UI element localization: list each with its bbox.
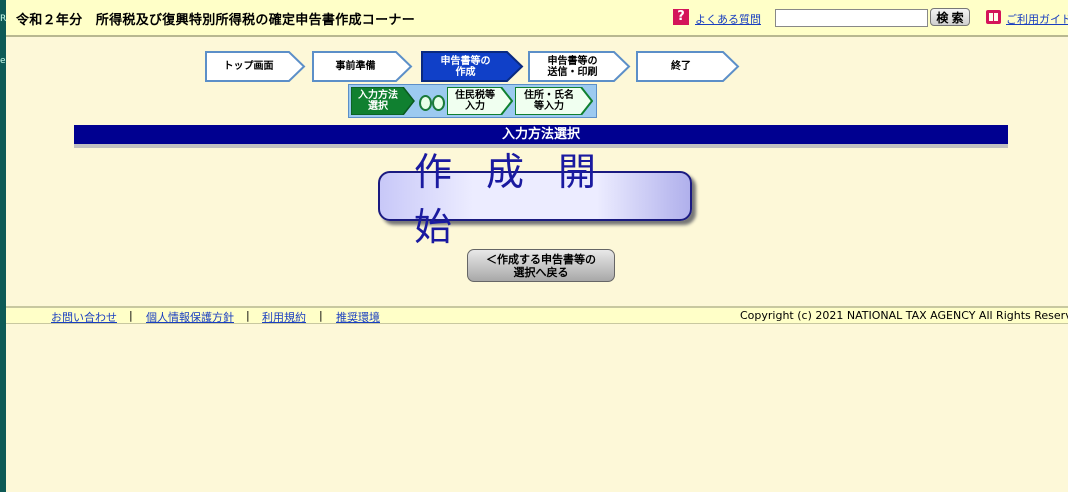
- footer: お問い合わせ | 個人情報保護方針 | 利用規約 | 推奨環境 Copyrigh…: [6, 306, 1068, 324]
- footer-link-environment[interactable]: 推奨環境: [336, 309, 380, 325]
- step-label: トップ画面: [223, 61, 274, 72]
- back-to-form-selection-button[interactable]: ＜作成する申告書等の 選択へ戻る: [467, 249, 615, 282]
- step-finish: 終了: [636, 51, 740, 82]
- search-button[interactable]: 検 索: [930, 8, 970, 26]
- step-send-print: 申告書等の 送信・印刷: [528, 51, 631, 82]
- header: 令和２年分 所得税及び復興特別所得税の確定申告書作成コーナー ? よくある質問 …: [6, 0, 1068, 37]
- substep-label: 入力方法 選択: [358, 90, 398, 112]
- substep-bar: 入力方法 選択 住民税等 入力 住所・氏名 等入力: [348, 84, 597, 118]
- help-icon[interactable]: ?: [673, 9, 689, 25]
- step-label: 申告書等の 送信・印刷: [547, 55, 598, 78]
- substep-label: 住所・氏名 等入力: [524, 90, 574, 112]
- guide-link[interactable]: ご利用ガイド: [1006, 11, 1068, 27]
- step-label: 事前準備: [335, 61, 376, 72]
- footer-separator: |: [129, 309, 133, 322]
- footer-link-terms[interactable]: 利用規約: [262, 309, 306, 325]
- step-create: 申告書等の 作成: [421, 51, 524, 82]
- step-top: トップ画面: [205, 51, 306, 82]
- faq-link[interactable]: よくある質問: [695, 11, 761, 27]
- step-label: 終了: [671, 61, 691, 72]
- search-input[interactable]: [775, 9, 928, 27]
- book-icon[interactable]: [986, 10, 1001, 24]
- footer-link-privacy[interactable]: 個人情報保護方針: [146, 309, 234, 325]
- substep-label: 住民税等 入力: [455, 90, 495, 112]
- start-creation-button[interactable]: 作成開始: [378, 150, 692, 249]
- substep-address-name: 住所・氏名 等入力: [515, 87, 593, 115]
- step-label: 申告書等の 作成: [440, 55, 491, 78]
- footer-separator: |: [319, 309, 323, 322]
- footer-separator: |: [246, 309, 250, 322]
- footer-link-contact[interactable]: お問い合わせ: [51, 309, 117, 325]
- start-button-label: 作成開始: [414, 150, 631, 249]
- progress-dot: [432, 95, 445, 111]
- substep-input-method: 入力方法 選択: [351, 87, 415, 115]
- copyright: Copyright (c) 2021 NATIONAL TAX AGENCY A…: [740, 309, 1068, 322]
- substep-resident-tax: 住民税等 入力: [447, 87, 513, 115]
- window-edge: Re: [0, 0, 6, 492]
- back-button-label: ＜作成する申告書等の 選択へ戻る: [486, 252, 596, 279]
- progress-dot: [419, 95, 432, 111]
- step-preparation: 事前準備: [312, 51, 413, 82]
- page-title: 令和２年分 所得税及び復興特別所得税の確定申告書作成コーナー: [16, 13, 416, 28]
